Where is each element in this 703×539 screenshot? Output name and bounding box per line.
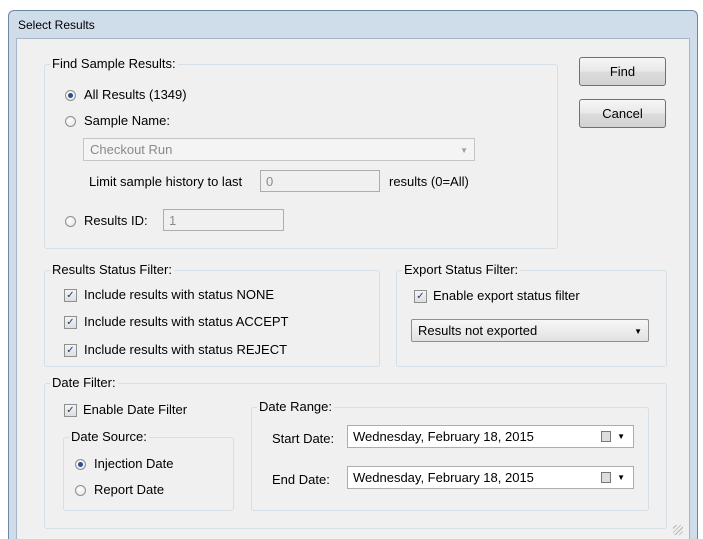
status-none-label[interactable]: Include results with status NONE <box>84 287 274 302</box>
status-reject-checkbox[interactable]: ✓ <box>64 344 77 357</box>
injection-date-radio[interactable] <box>75 459 86 470</box>
calendar-icon <box>601 431 611 442</box>
date-filter-label: Date Filter: <box>50 375 118 390</box>
sample-name-value: Checkout Run <box>90 142 173 157</box>
limit-history-label: Limit sample history to last <box>89 174 243 189</box>
results-id-radio[interactable] <box>65 216 76 227</box>
status-accept-checkbox[interactable]: ✓ <box>64 316 77 329</box>
status-accept-label[interactable]: Include results with status ACCEPT <box>84 314 288 329</box>
results-id-label[interactable]: Results ID: <box>84 213 148 228</box>
report-date-radio[interactable] <box>75 485 86 496</box>
date-range-label: Date Range: <box>257 399 334 414</box>
chevron-down-icon: ▼ <box>634 327 642 336</box>
dialog-client-area: Find Cancel Find Sample Results: All Res… <box>16 38 690 539</box>
start-date-value: Wednesday, February 18, 2015 <box>353 429 534 444</box>
limit-history-suffix: results (0=All) <box>389 174 469 189</box>
sample-name-radio[interactable] <box>65 116 76 127</box>
enable-date-filter-label[interactable]: Enable Date Filter <box>83 402 187 417</box>
find-button[interactable]: Find <box>579 57 666 86</box>
export-status-value: Results not exported <box>418 323 538 338</box>
start-date-label: Start Date: <box>272 431 335 446</box>
resize-grip-icon[interactable] <box>673 525 683 535</box>
enable-export-filter-checkbox[interactable]: ✓ <box>414 290 427 303</box>
window-title: Select Results <box>18 18 95 32</box>
results-status-filter-label: Results Status Filter: <box>50 262 174 277</box>
find-sample-results-label: Find Sample Results: <box>50 56 178 71</box>
calendar-icon <box>601 472 611 483</box>
enable-date-filter-checkbox[interactable]: ✓ <box>64 404 77 417</box>
results-id-input[interactable] <box>163 209 284 231</box>
chevron-down-icon: ▼ <box>460 146 468 155</box>
date-source-label: Date Source: <box>69 429 149 444</box>
start-date-picker[interactable]: Wednesday, February 18, 2015 ▼ <box>347 425 634 448</box>
all-results-radio[interactable] <box>65 90 76 101</box>
chevron-down-icon: ▼ <box>617 432 625 441</box>
date-source-group <box>63 437 234 511</box>
export-status-dropdown[interactable]: Results not exported ▼ <box>411 319 649 342</box>
sample-name-label[interactable]: Sample Name: <box>84 113 170 128</box>
injection-date-label[interactable]: Injection Date <box>94 456 174 471</box>
report-date-label[interactable]: Report Date <box>94 482 164 497</box>
sample-name-dropdown[interactable]: Checkout Run ▼ <box>83 138 475 161</box>
enable-export-filter-label[interactable]: Enable export status filter <box>433 288 580 303</box>
export-status-filter-label: Export Status Filter: <box>402 262 521 277</box>
cancel-button[interactable]: Cancel <box>579 99 666 128</box>
status-reject-label[interactable]: Include results with status REJECT <box>84 342 287 357</box>
all-results-label[interactable]: All Results (1349) <box>84 87 187 102</box>
end-date-value: Wednesday, February 18, 2015 <box>353 470 534 485</box>
limit-history-input[interactable] <box>260 170 380 192</box>
status-none-checkbox[interactable]: ✓ <box>64 289 77 302</box>
end-date-picker[interactable]: Wednesday, February 18, 2015 ▼ <box>347 466 634 489</box>
chevron-down-icon: ▼ <box>617 473 625 482</box>
end-date-label: End Date: <box>272 472 330 487</box>
date-range-group <box>251 407 649 511</box>
